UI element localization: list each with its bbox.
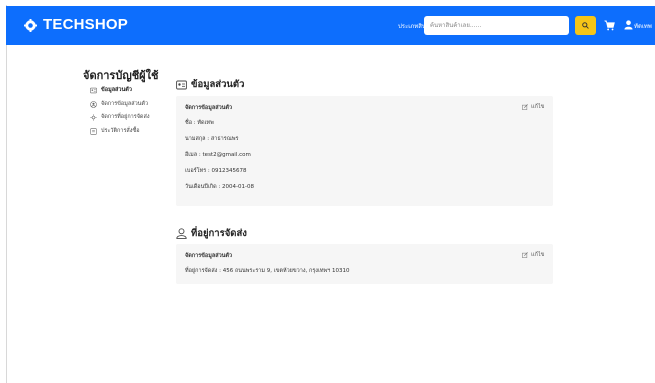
- address-card: จัดการข้อมูลส่วนตัว แก้ไข ที่อยู่การจัดส…: [176, 244, 553, 284]
- sidebar-item-personal-info[interactable]: ข้อมูลส่วนตัว: [90, 86, 132, 94]
- field-first-name: ชื่อ : ทัดเทพ: [185, 120, 214, 126]
- address-line: ที่อยู่การจัดส่ง : 456 ถนนพระราม 9, เขตห…: [185, 268, 350, 274]
- sidebar-item-label: จัดการข้อมูลส่วนตัว: [101, 101, 149, 107]
- edit-label: แก้ไข: [531, 252, 545, 258]
- sidebar-item-label: จัดการที่อยู่การจัดส่ง: [101, 114, 150, 120]
- personal-info-card: จัดการข้อมูลส่วนตัว แก้ไข ชื่อ : ทัดเทพ …: [176, 96, 553, 206]
- section-title-text: ข้อมูลส่วนตัว: [191, 79, 245, 90]
- card-heading: จัดการข้อมูลส่วนตัว: [185, 105, 233, 111]
- user-circle-icon: [90, 100, 97, 108]
- search-input[interactable]: [424, 16, 569, 35]
- brand-logo[interactable]: TECHSHOP: [43, 16, 128, 33]
- gear-logo-icon[interactable]: [24, 19, 37, 32]
- user-icon[interactable]: [624, 20, 633, 30]
- field-email: อีเมล : test2@gmail.com: [185, 152, 251, 158]
- search-icon: [582, 22, 589, 29]
- search-button[interactable]: [575, 16, 596, 35]
- edit-icon: [522, 252, 528, 258]
- sidebar-title: จัดการบัญชีผู้ใช้: [83, 69, 159, 82]
- field-phone: เบอร์โทร : 0912345678: [185, 168, 247, 174]
- sidebar-item-manage-address[interactable]: จัดการที่อยู่การจัดส่ง: [90, 113, 150, 121]
- card-heading: จัดการข้อมูลส่วนตัว: [185, 253, 233, 259]
- sidebar-item-label: ข้อมูลส่วนตัว: [101, 87, 132, 93]
- user-name[interactable]: ทัดเทพ: [634, 21, 652, 31]
- edit-personal-button[interactable]: แก้ไข: [522, 103, 544, 111]
- edit-address-button[interactable]: แก้ไข: [522, 251, 544, 259]
- section-title-text: ที่อยู่การจัดส่ง: [191, 228, 247, 239]
- edit-label: แก้ไข: [531, 104, 545, 110]
- navbar: TECHSHOP ประเภทสินค้า ทัดเทพ: [6, 6, 655, 45]
- field-last-name: นามสกุล : สาธารณพร: [185, 136, 239, 142]
- sidebar-item-order-history[interactable]: ประวัติการสั่งซื้อ: [90, 127, 140, 135]
- id-card-icon: [90, 87, 97, 93]
- personal-info-title: ข้อมูลส่วนตัว: [176, 77, 244, 92]
- edit-icon: [522, 104, 528, 110]
- sidebar-item-label: ประวัติการสั่งซื้อ: [101, 128, 140, 134]
- sidebar-item-manage-info[interactable]: จัดการข้อมูลส่วนตัว: [90, 100, 148, 108]
- id-card-icon: [176, 80, 187, 89]
- cart-icon[interactable]: [604, 20, 615, 31]
- address-title: ที่อยู่การจัดส่ง: [176, 226, 247, 241]
- location-icon: [90, 113, 97, 121]
- user-outline-icon: [176, 228, 187, 239]
- receipt-icon: [90, 127, 97, 135]
- field-birthdate: วันเดือนปีเกิด : 2004-01-08: [185, 184, 254, 190]
